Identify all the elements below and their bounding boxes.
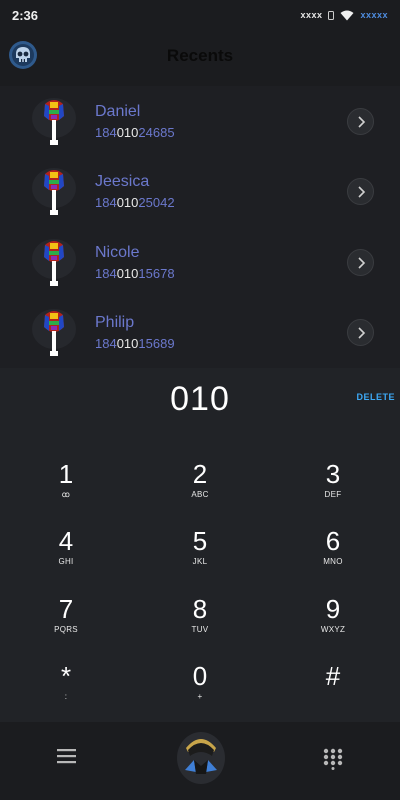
key-letters: WXYZ: [320, 625, 346, 634]
recents-list: Daniel 18401024685 Jeesica 18401025042 N…: [0, 86, 400, 368]
key-digit: 8: [192, 594, 208, 624]
contact-number: 18401015678: [95, 266, 175, 281]
delete-button[interactable]: DELETE: [356, 392, 395, 402]
carrier-label-secondary: xxxxx: [360, 10, 388, 20]
contact-details-button[interactable]: [347, 319, 374, 346]
key-digit: 1: [58, 459, 74, 489]
status-indicators: xxxx xxxxx: [300, 10, 388, 21]
key-7[interactable]: 7 PQRS: [21, 595, 111, 655]
key-letters: GHI: [58, 557, 74, 566]
contact-number: 18401024685: [95, 125, 175, 140]
app-header: Recents: [0, 30, 400, 86]
key-letters: MNO: [323, 557, 343, 566]
list-item[interactable]: Philip 18401015689: [0, 297, 400, 367]
dialed-number[interactable]: 010: [0, 380, 400, 419]
menu-icon[interactable]: [57, 748, 76, 764]
bottom-bar: [0, 722, 400, 800]
contact-name: Nicole: [95, 244, 140, 261]
key-letters: TUV: [191, 625, 209, 634]
key-1[interactable]: 1 ꝏ: [21, 460, 111, 520]
chevron-right-icon: [357, 185, 365, 198]
contact-number: 18401015689: [95, 336, 175, 351]
contact-details-button[interactable]: [347, 249, 374, 276]
key-digit: #: [325, 661, 341, 691]
dial-keypad: 1 ꝏ 2 ABC 3 DEF 4 GHI 5 JKL 6 MNO 7 PQRS…: [0, 450, 400, 720]
wifi-icon: [340, 10, 354, 20]
contact-name: Jeesica: [95, 173, 150, 190]
contact-number: 18401025042: [95, 195, 175, 210]
key-letters: PQRS: [54, 625, 78, 634]
mask-avatar-icon: [32, 309, 76, 356]
key-digit: 2: [192, 459, 208, 489]
key-digit: 5: [192, 526, 208, 556]
contact-details-button[interactable]: [347, 178, 374, 205]
list-item[interactable]: Nicole 18401015678: [0, 227, 400, 297]
page-title: Recents: [166, 46, 234, 65]
chevron-right-icon: [357, 256, 365, 269]
mask-avatar-icon: [32, 239, 76, 286]
key-8[interactable]: 8 TUV: [155, 595, 245, 655]
key-letters: JKL: [192, 557, 208, 566]
dial-display: 010 DELETE: [0, 368, 400, 432]
dialpad-icon[interactable]: [323, 748, 343, 770]
carrier-label-primary: xxxx: [300, 10, 323, 20]
key-6[interactable]: 6 MNO: [288, 527, 378, 587]
key-digit: *: [60, 661, 72, 691]
voicemail-icon: ꝏ: [61, 490, 71, 499]
key-digit: 9: [325, 594, 341, 624]
key-letters: :: [64, 692, 68, 701]
list-item[interactable]: Daniel 18401024685: [0, 86, 400, 156]
chevron-right-icon: [357, 115, 365, 128]
key-letters: +: [197, 692, 203, 701]
contact-name: Daniel: [95, 103, 141, 120]
key-digit: 6: [325, 526, 341, 556]
key-letters: ABC: [191, 490, 209, 499]
key-2[interactable]: 2 ABC: [155, 460, 245, 520]
sim-icon: [328, 10, 335, 20]
key-star[interactable]: * :: [21, 662, 111, 722]
status-time: 2:36: [12, 7, 39, 23]
key-digit: 3: [325, 459, 341, 489]
contact-details-button[interactable]: [347, 108, 374, 135]
call-mascot-icon[interactable]: [176, 726, 226, 786]
status-bar: 2:36 xxxx xxxxx: [0, 0, 400, 30]
key-digit: 4: [58, 526, 74, 556]
list-item[interactable]: Jeesica 18401025042: [0, 156, 400, 226]
chevron-right-icon: [357, 326, 365, 339]
key-4[interactable]: 4 GHI: [21, 527, 111, 587]
contact-name: Philip: [95, 314, 135, 331]
key-3[interactable]: 3 DEF: [288, 460, 378, 520]
key-digit: 7: [58, 594, 74, 624]
key-hash[interactable]: #: [288, 662, 378, 722]
mask-avatar-icon: [32, 168, 76, 215]
key-5[interactable]: 5 JKL: [155, 527, 245, 587]
key-0[interactable]: 0 +: [155, 662, 245, 722]
key-digit: 0: [192, 661, 208, 691]
key-letters: DEF: [324, 490, 342, 499]
key-9[interactable]: 9 WXYZ: [288, 595, 378, 655]
mask-avatar-icon: [32, 98, 76, 145]
